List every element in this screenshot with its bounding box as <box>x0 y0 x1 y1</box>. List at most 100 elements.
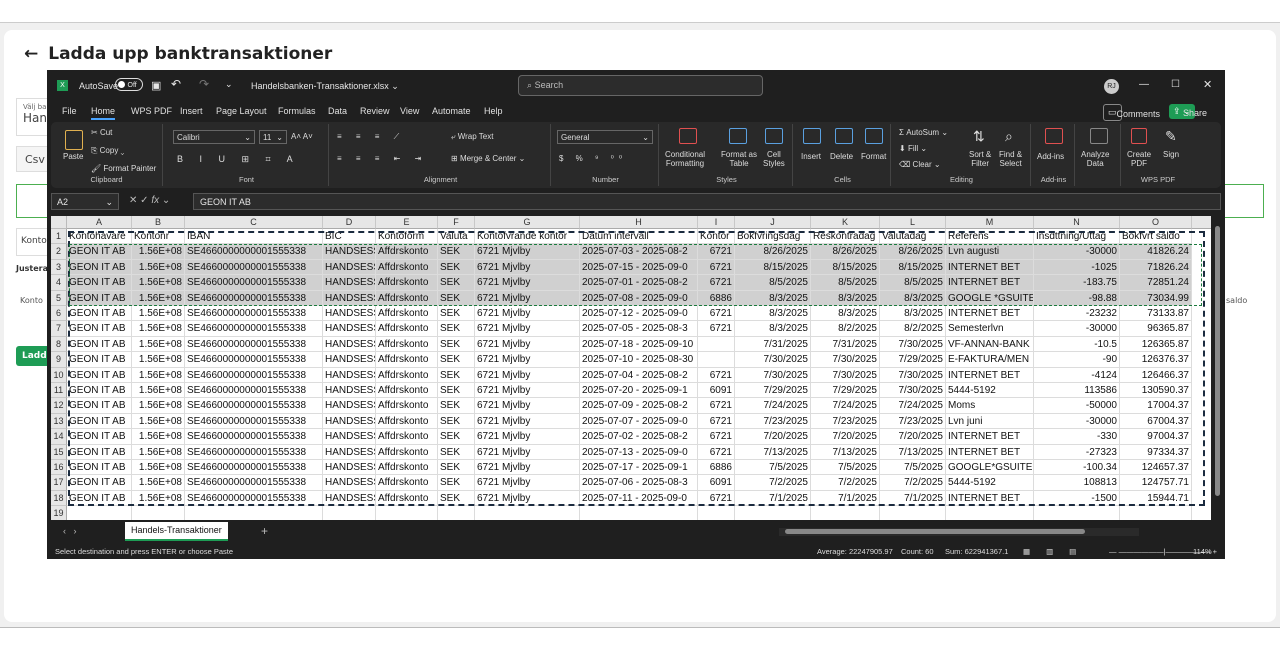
row-header-16[interactable]: 16 <box>51 460 67 476</box>
formula-input[interactable]: GEON IT AB <box>193 193 1221 210</box>
column-header-D[interactable]: D <box>323 216 376 229</box>
merge-center-button[interactable]: ⊞ Merge & Center ⌄ <box>451 154 525 163</box>
row-header-14[interactable]: 14 <box>51 429 67 445</box>
tab-page-layout[interactable]: Page Layout <box>216 106 267 116</box>
cell-O19[interactable] <box>1120 506 1192 520</box>
tab-view[interactable]: View <box>400 106 419 116</box>
row-header-11[interactable]: 11 <box>51 383 67 399</box>
row-header-6[interactable]: 6 <box>51 306 67 322</box>
file-name[interactable]: Handelsbanken-Transaktioner.xlsx ⌄ <box>251 81 399 92</box>
column-header-A[interactable]: A <box>67 216 132 229</box>
paste-icon[interactable] <box>65 130 83 150</box>
formula-icons[interactable]: ✕ ✓ fx ⌄ <box>129 195 170 206</box>
addins-button[interactable]: Add-ins <box>1037 152 1064 161</box>
sign-button[interactable]: Sign <box>1163 150 1179 159</box>
share-button[interactable]: ⇪ Share ⌄ <box>1169 104 1207 119</box>
row-header-12[interactable]: 12 <box>51 398 67 414</box>
row-header-17[interactable]: 17 <box>51 475 67 491</box>
tab-wps-pdf[interactable]: WPS PDF <box>131 106 172 116</box>
maximize-icon[interactable]: ☐ <box>1171 79 1180 90</box>
tab-formulas[interactable]: Formulas <box>278 106 316 116</box>
cell-L19[interactable] <box>880 506 946 520</box>
cell-K19[interactable] <box>811 506 880 520</box>
find-select-button[interactable]: Find & Select <box>999 150 1022 168</box>
row-header-2[interactable]: 2 <box>51 244 67 260</box>
column-header-H[interactable]: H <box>580 216 698 229</box>
cell-C19[interactable] <box>185 506 323 520</box>
vertical-align-icons[interactable]: ≡ ≡ ≡ ⟋ <box>337 132 405 142</box>
delete-button[interactable]: Delete <box>830 152 853 161</box>
name-box[interactable]: A2 ⌄ <box>51 193 119 210</box>
number-format-icons[interactable]: $ % ⁹ ⁰⁰ <box>559 154 627 163</box>
format-as-table-button[interactable]: Format as Table <box>721 150 757 168</box>
cell-J19[interactable] <box>735 506 811 520</box>
column-header-F[interactable]: F <box>438 216 475 229</box>
horizontal-scrollbar[interactable] <box>779 528 1139 536</box>
upload-button[interactable]: Ladda <box>16 346 53 366</box>
row-header-3[interactable]: 3 <box>51 259 67 276</box>
cell-styles-button[interactable]: Cell Styles <box>763 150 785 168</box>
undo-icon[interactable]: ↶ <box>171 77 181 91</box>
font-style-buttons[interactable]: B I U ⊞ ⌗ A <box>177 154 300 165</box>
cell-D19[interactable] <box>323 506 376 520</box>
tab-automate[interactable]: Automate <box>432 106 471 116</box>
view-mode-icons[interactable]: ▦▥▤ <box>1023 547 1092 556</box>
analyze-data-button[interactable]: Analyze Data <box>1081 150 1109 168</box>
row-header-10[interactable]: 10 <box>51 367 67 383</box>
comments-button[interactable]: ▭ Comments <box>1103 104 1160 121</box>
format-button[interactable]: Format <box>861 152 886 161</box>
sheet-nav-icons[interactable]: ‹ › <box>63 526 77 536</box>
fill-button[interactable]: ⬇ Fill ⌄ <box>899 144 927 153</box>
tab-file[interactable]: File <box>62 106 77 116</box>
tab-home[interactable]: Home <box>91 106 116 120</box>
tab-data[interactable]: Data <box>328 106 347 116</box>
column-header-J[interactable]: J <box>735 216 811 229</box>
minimize-icon[interactable]: — <box>1139 79 1149 90</box>
cell-B19[interactable] <box>132 506 185 520</box>
column-header-O[interactable]: O <box>1120 216 1192 229</box>
row-header-13[interactable]: 13 <box>51 413 67 430</box>
cell-E19[interactable] <box>376 506 438 520</box>
cell-I19[interactable] <box>698 506 735 520</box>
cell-H19[interactable] <box>580 506 698 520</box>
horizontal-align-icons[interactable]: ≡ ≡ ≡ ⇤ ⇥ <box>337 154 427 163</box>
clear-button[interactable]: ⌫ Clear ⌄ <box>899 160 941 169</box>
search-box[interactable]: ⌕ Search <box>518 75 763 96</box>
tab-review[interactable]: Review <box>360 106 390 116</box>
create-pdf-button[interactable]: Create PDF <box>1127 150 1151 168</box>
copy-button[interactable]: ⎘ Copy ⌄ <box>91 146 124 156</box>
column-header-extra[interactable] <box>1192 216 1211 229</box>
bank-select[interactable]: Välj baHand <box>16 98 50 136</box>
select-all-corner[interactable] <box>51 216 67 229</box>
csv-field[interactable]: Csv <box>16 146 50 172</box>
horizontal-scroll-thumb[interactable] <box>785 529 1085 534</box>
back-arrow-icon[interactable]: ← <box>24 44 38 64</box>
conditional-formatting-button[interactable]: Conditional Formatting <box>665 150 705 168</box>
row-header-1[interactable]: 1 <box>51 229 67 245</box>
upload-dropzone[interactable] <box>16 184 50 218</box>
cell-N19[interactable] <box>1034 506 1120 520</box>
column-header-C[interactable]: C <box>185 216 323 229</box>
avatar[interactable]: RJ <box>1104 79 1119 94</box>
row-header-8[interactable]: 8 <box>51 336 67 353</box>
cell-A19[interactable] <box>67 506 132 520</box>
column-header-G[interactable]: G <box>475 216 580 229</box>
worksheet-grid[interactable]: A B C D E F G H I J K L M N O 1 2 3 4 5 6 7 8 9 10 11 12 13 14 15 16 17… <box>51 216 1211 520</box>
column-header-E[interactable]: E <box>376 216 438 229</box>
tab-help[interactable]: Help <box>484 106 503 116</box>
column-header-L[interactable]: L <box>880 216 946 229</box>
column-header-M[interactable]: M <box>946 216 1034 229</box>
sheet-tab-handels[interactable]: Handels-Transaktioner <box>125 522 228 541</box>
cell-M19[interactable] <box>946 506 1034 520</box>
row-header-15[interactable]: 15 <box>51 444 67 460</box>
vertical-scrollbar[interactable] <box>1213 216 1221 520</box>
autosave-toggle[interactable]: Off <box>115 78 155 91</box>
save-icon[interactable]: ▣ <box>151 79 161 92</box>
row-header-4[interactable]: 4 <box>51 275 67 291</box>
column-header-I[interactable]: I <box>698 216 735 229</box>
redo-icon[interactable]: ↷ <box>199 77 209 91</box>
font-size-select[interactable]: 11 ⌄ <box>259 130 287 144</box>
customize-icon[interactable]: ⌄ <box>225 79 233 90</box>
row-header-18[interactable]: 18 <box>51 490 67 507</box>
cell-G19[interactable] <box>475 506 580 520</box>
